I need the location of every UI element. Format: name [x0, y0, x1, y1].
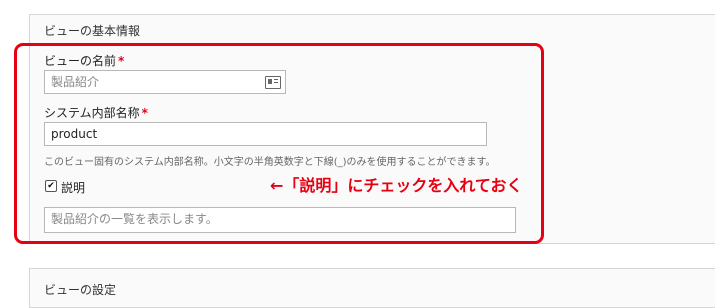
section-title: ビューの基本情報 — [44, 24, 141, 38]
next-section-title: ビューの設定 — [44, 283, 117, 297]
view-settings-fieldset — [29, 268, 715, 308]
highlight-box — [14, 43, 544, 244]
annotation-text: ←「説明」にチェックを入れておく — [270, 176, 523, 195]
